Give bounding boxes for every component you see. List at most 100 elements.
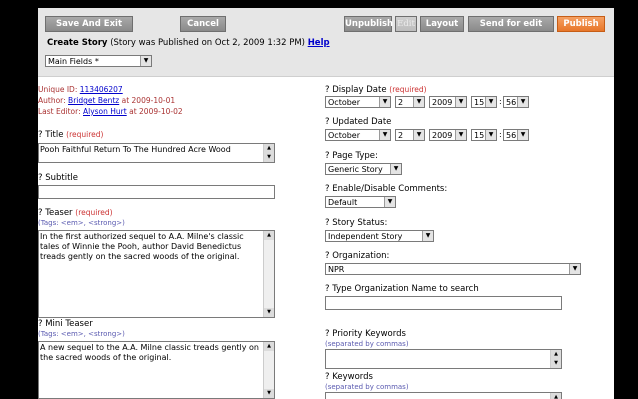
title-value: Pooh Faithful Return To The Hundred Acre…: [40, 145, 231, 154]
mini-teaser-tags-hint: (Tags: <em>, <strong>): [38, 330, 125, 338]
title-label-text: ? Title: [38, 130, 64, 140]
layout-button[interactable]: Layout: [420, 16, 464, 32]
story-editor-window: Save And Exit Cancel Unpublish Edit Layo…: [38, 8, 614, 399]
field-group-select[interactable]: Main Fields * ▼: [45, 55, 152, 67]
subtitle-label: ? Subtitle: [38, 173, 79, 183]
display-minute-select[interactable]: 56 ▼: [503, 96, 529, 108]
chevron-down-icon: ▼: [140, 56, 151, 66]
display-day-select[interactable]: 2 ▼: [395, 96, 425, 108]
chevron-down-icon: ▼: [569, 264, 580, 274]
chevron-down-icon: ▼: [379, 130, 390, 140]
field-group-value: Main Fields *: [48, 57, 99, 66]
keywords-scrollbar[interactable]: ▲▼: [550, 393, 561, 399]
display-minute-value: 56: [506, 98, 517, 107]
updated-minute-select[interactable]: 56 ▼: [503, 129, 529, 141]
priority-keywords-hint: (separated by commas): [325, 340, 409, 348]
page-type-label: ? Page Type:: [325, 151, 378, 161]
unpublish-button[interactable]: Unpublish: [344, 16, 393, 32]
priority-keywords-label: ? Priority Keywords: [325, 329, 406, 339]
mini-teaser-input[interactable]: A new sequel to the A.A. Milne classic t…: [38, 341, 275, 399]
author-row: Author: Bridget Bentz at 2009-10-01: [38, 96, 175, 105]
chevron-down-icon: ▼: [517, 130, 528, 140]
page-type-select[interactable]: Generic Story ▼: [325, 163, 402, 175]
organization-label: ? Organization:: [325, 251, 390, 261]
display-month-select[interactable]: October ▼: [325, 96, 391, 108]
publish-button[interactable]: Publish: [557, 16, 605, 32]
unique-id-link[interactable]: 113406207: [80, 85, 123, 94]
chevron-down-icon: ▼: [413, 97, 424, 107]
chevron-down-icon: ▼: [485, 130, 496, 140]
teaser-label: ? Teaser (required): [38, 208, 113, 218]
time-separator: :: [499, 97, 502, 106]
display-year-value: 2009: [432, 98, 453, 107]
story-status-value: Independent Story: [328, 232, 403, 241]
chevron-down-icon: ▼: [413, 130, 424, 140]
updated-hour-value: 15: [474, 131, 485, 140]
mini-teaser-scrollbar[interactable]: ▲ ▼: [263, 342, 274, 398]
chevron-down-icon: ▼: [517, 97, 528, 107]
chevron-down-icon: ▼: [455, 97, 466, 107]
mini-teaser-label: ? Mini Teaser: [38, 319, 93, 329]
chevron-down-icon: ▼: [384, 197, 395, 207]
organization-value: NPR: [328, 265, 345, 274]
story-status-label: ? Story Status:: [325, 218, 388, 228]
teaser-input[interactable]: In the first authorized sequel to A.A. M…: [38, 230, 275, 318]
teaser-scrollbar[interactable]: ▲ ▼: [263, 231, 274, 317]
save-and-exit-button[interactable]: Save And Exit: [45, 16, 133, 32]
display-date-required: (required): [389, 85, 427, 94]
edit-button[interactable]: Edit: [395, 16, 417, 32]
chevron-down-icon: ▼: [379, 97, 390, 107]
keywords-input[interactable]: ▲▼: [325, 392, 562, 399]
subtitle-input[interactable]: [38, 185, 275, 199]
comments-label: ? Enable/Disable Comments:: [325, 184, 448, 194]
organization-select[interactable]: NPR ▼: [325, 263, 581, 275]
teaser-required: (required): [75, 208, 113, 217]
author-date: at 2009-10-01: [121, 96, 176, 105]
display-year-select[interactable]: 2009 ▼: [429, 96, 467, 108]
editor-row: Last Editor: Alyson Hurt at 2009-10-02: [38, 107, 183, 116]
teaser-value: In the first authorized sequel to A.A. M…: [40, 232, 244, 261]
updated-month-value: October: [328, 131, 361, 140]
updated-year-select[interactable]: 2009 ▼: [429, 129, 467, 141]
chevron-down-icon: ▼: [455, 130, 466, 140]
title-required: (required): [66, 130, 104, 139]
keywords-label: ? Keywords: [325, 372, 373, 382]
display-date-label-text: ? Display Date: [325, 85, 387, 95]
editor-link[interactable]: Alyson Hurt: [83, 107, 127, 116]
updated-month-select[interactable]: October ▼: [325, 129, 391, 141]
title-input[interactable]: Pooh Faithful Return To The Hundred Acre…: [38, 143, 275, 163]
updated-minute-value: 56: [506, 131, 517, 140]
page-title: Create Story: [47, 38, 108, 48]
priority-keywords-input[interactable]: ▲ ▼: [325, 349, 562, 369]
comments-select[interactable]: Default ▼: [325, 196, 396, 208]
time-separator: :: [499, 130, 502, 139]
display-hour-value: 15: [474, 98, 485, 107]
toolbar: Save And Exit Cancel Unpublish Edit Layo…: [38, 8, 614, 77]
title-scrollbar[interactable]: ▲ ▼: [263, 144, 274, 162]
display-hour-select[interactable]: 15 ▼: [471, 96, 497, 108]
chevron-down-icon: ▼: [485, 97, 496, 107]
display-month-value: October: [328, 98, 361, 107]
comments-value: Default: [328, 198, 358, 207]
mini-teaser-value: A new sequel to the A.A. Milne classic t…: [40, 343, 259, 362]
org-search-label: ? Type Organization Name to search: [325, 284, 479, 294]
cancel-button[interactable]: Cancel: [180, 16, 226, 32]
updated-year-value: 2009: [432, 131, 453, 140]
publish-status: (Story was Published on Oct 2, 2009 1:32…: [110, 38, 305, 48]
send-for-edit-button[interactable]: Send for edit: [468, 16, 554, 32]
teaser-label-text: ? Teaser: [38, 208, 73, 218]
teaser-tags-hint: (Tags: <em>, <strong>): [38, 219, 125, 227]
priority-keywords-scrollbar[interactable]: ▲ ▼: [550, 350, 561, 368]
story-status-select[interactable]: Independent Story ▼: [325, 230, 434, 242]
updated-day-value: 2: [398, 131, 404, 140]
page-header: Create Story (Story was Published on Oct…: [47, 38, 330, 48]
editor-date: at 2009-10-02: [129, 107, 183, 116]
author-link[interactable]: Bridget Bentz: [68, 96, 119, 105]
help-link[interactable]: Help: [308, 38, 330, 48]
chevron-down-icon: ▼: [390, 164, 401, 174]
title-label: ? Title (required): [38, 130, 103, 140]
org-search-input[interactable]: [325, 296, 562, 310]
updated-hour-select[interactable]: 15 ▼: [471, 129, 497, 141]
updated-day-select[interactable]: 2 ▼: [395, 129, 425, 141]
page-type-value: Generic Story: [328, 165, 383, 174]
